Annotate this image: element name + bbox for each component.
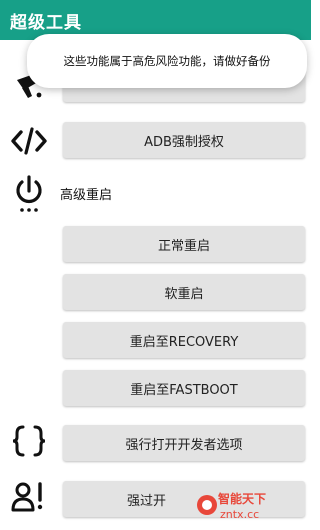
advanced-reboot-label: 高级重启 bbox=[60, 188, 113, 203]
app-title: 超级工具 bbox=[10, 13, 82, 33]
watermark-logo-icon bbox=[197, 495, 217, 515]
warning-toast: 这些功能属于高危风险功能，请做好备份 bbox=[27, 34, 307, 88]
soft-reboot-button[interactable]: 软重启 bbox=[63, 274, 305, 310]
power-icon bbox=[8, 172, 50, 214]
user-alert-icon bbox=[8, 476, 50, 518]
braces-icon bbox=[8, 420, 50, 462]
reboot-fastboot-button[interactable]: 重启至FASTBOOT bbox=[63, 370, 305, 406]
watermark-line2: zntx.cc bbox=[220, 508, 260, 521]
content-area: ADB强制授权 高级重启 正常重启 软重启 重启至RECOVERY 重启至FAS… bbox=[0, 40, 311, 530]
force-developer-options-button[interactable]: 强行打开开发者选项 bbox=[63, 425, 305, 461]
watermark-line1: 智能天下 bbox=[218, 492, 267, 506]
code-icon bbox=[8, 120, 50, 162]
normal-reboot-button[interactable]: 正常重启 bbox=[63, 226, 305, 262]
force-bypass-label: 强过开 bbox=[127, 493, 167, 509]
reboot-recovery-button[interactable]: 重启至RECOVERY bbox=[63, 322, 305, 358]
adb-grant-button[interactable]: ADB强制授权 bbox=[63, 122, 305, 158]
site-watermark: 智能天下 zntx.cc bbox=[196, 488, 308, 526]
toast-message: 这些功能属于高危风险功能，请做好备份 bbox=[63, 54, 271, 68]
